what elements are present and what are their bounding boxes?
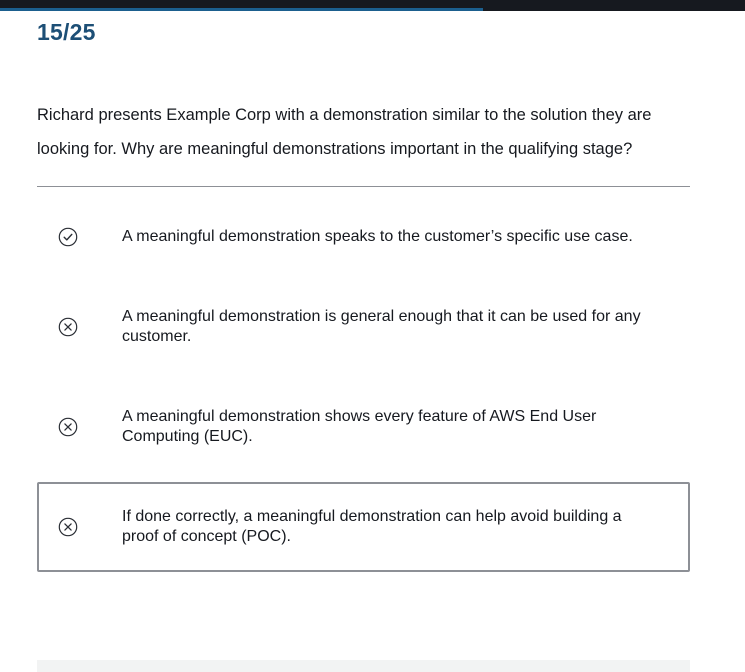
answer-option-text: A meaningful demonstration speaks to the… <box>122 228 633 245</box>
answer-option-text: A meaningful demonstration is general en… <box>122 308 641 345</box>
answer-option-text: If done correctly, a meaningful demonstr… <box>122 508 622 545</box>
answer-option-text: A meaningful demonstration shows every f… <box>122 408 597 445</box>
x-circle-icon <box>58 317 78 337</box>
x-circle-icon <box>58 517 78 537</box>
answer-option-1[interactable]: A meaningful demonstration speaks to the… <box>37 192 690 282</box>
question-counter: 15/25 <box>37 19 96 45</box>
answer-option-2[interactable]: A meaningful demonstration is general en… <box>37 282 690 372</box>
progress-bar <box>0 0 745 11</box>
divider <box>37 186 690 187</box>
progress-bar-fill <box>0 0 483 11</box>
x-circle-icon <box>58 417 78 437</box>
answer-option-4[interactable]: If done correctly, a meaningful demonstr… <box>37 482 690 572</box>
footer-panel <box>37 660 690 672</box>
question-text: Richard presents Example Corp with a dem… <box>37 106 652 158</box>
check-circle-icon <box>58 227 78 247</box>
answer-option-3[interactable]: A meaningful demonstration shows every f… <box>37 382 690 472</box>
